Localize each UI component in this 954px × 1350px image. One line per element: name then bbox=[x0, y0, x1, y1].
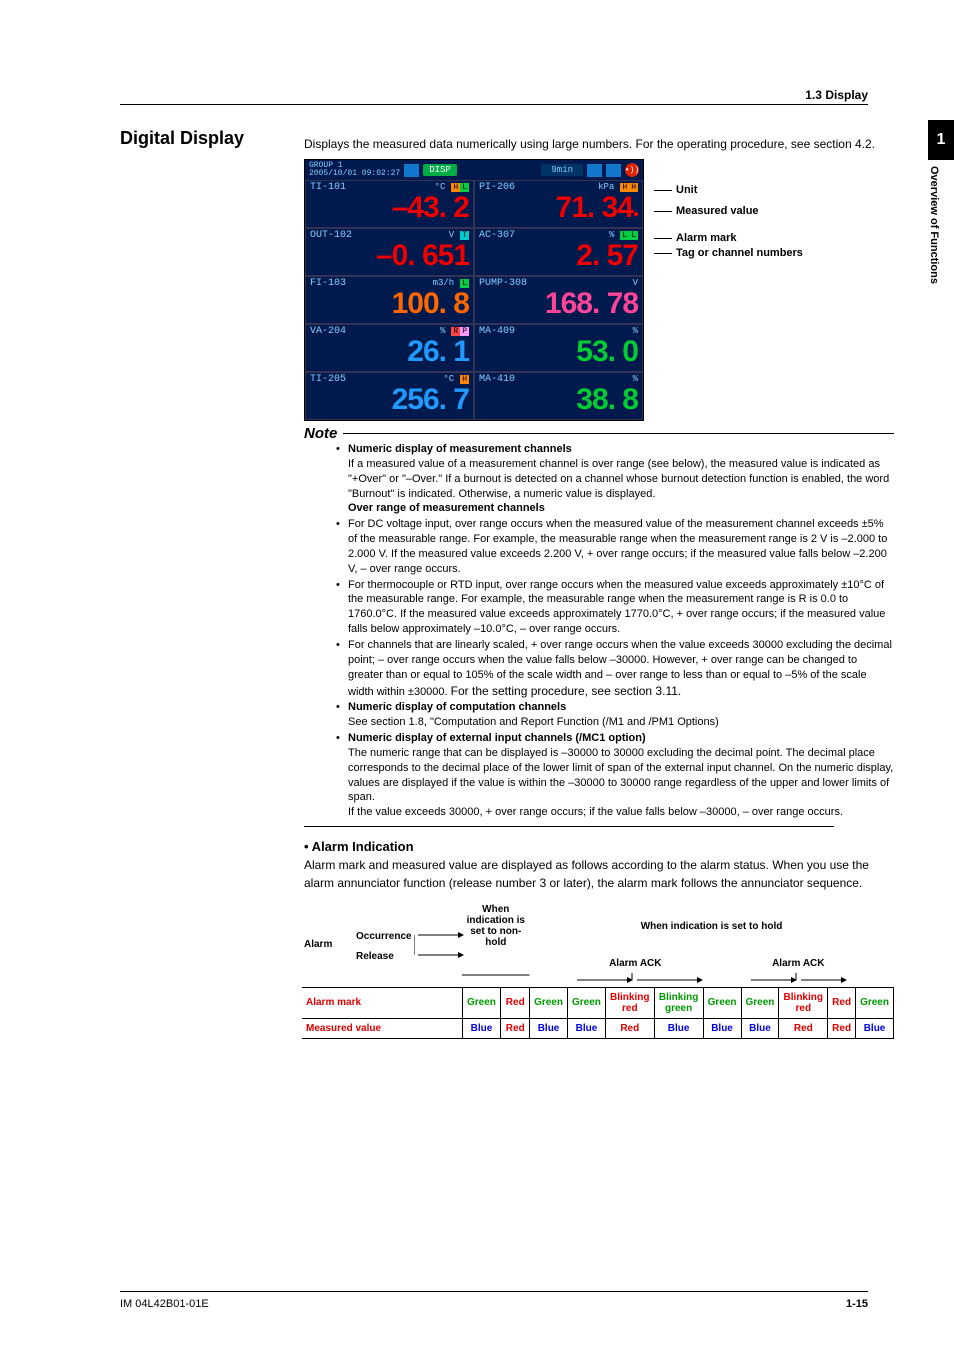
device-cell: FI-103m3/h L100. 8 bbox=[305, 276, 474, 324]
hdr-hold: When indication is set to hold bbox=[571, 921, 851, 934]
device-screen: GROUP 1 2005/10/01 09:02:27 DISP 9min •)… bbox=[304, 159, 644, 421]
header-section: 1.3 Display bbox=[805, 88, 868, 102]
arrow-icon bbox=[462, 973, 530, 987]
note-rule bbox=[343, 433, 894, 434]
chapter-side-label: Overview of Functions bbox=[928, 160, 940, 360]
device-cell: MA-409% 53. 0 bbox=[474, 324, 643, 372]
callout-alarm: Alarm mark bbox=[654, 233, 803, 244]
cell-value: 26. 1 bbox=[310, 337, 469, 367]
cell-tag: AC-307 bbox=[479, 230, 515, 241]
alarm-bell-icon: •)) bbox=[625, 163, 639, 177]
alarm-paragraph: Alarm mark and measured value are displa… bbox=[304, 856, 894, 892]
arrow-icon bbox=[567, 973, 703, 987]
note-item: Numeric display of external input channe… bbox=[336, 731, 894, 820]
card-icon bbox=[606, 164, 621, 177]
note-title: Note bbox=[304, 425, 337, 442]
alarm-table-wrap: When indication is set to non-hold When … bbox=[302, 900, 894, 1043]
cell-tag: PI-206 bbox=[479, 182, 515, 193]
timestamp-label: 2005/10/01 09:02:27 bbox=[309, 170, 400, 178]
rate-button[interactable]: 9min bbox=[541, 164, 583, 176]
device-cell: OUT-102V T–0. 651 bbox=[305, 228, 474, 276]
device-cell: TI-101°C HL–43. 2 bbox=[305, 180, 474, 228]
cell-tag: TI-205 bbox=[310, 374, 346, 385]
arrow-icon bbox=[741, 973, 856, 987]
device-cell: PUMP-308V 168. 78 bbox=[474, 276, 643, 324]
footer-rule bbox=[120, 1291, 868, 1292]
callout-measured: Measured value bbox=[654, 206, 803, 217]
note-item: For DC voltage input, over range occurs … bbox=[336, 517, 894, 576]
device-screenshot-area: GROUP 1 2005/10/01 09:02:27 DISP 9min •)… bbox=[304, 159, 894, 421]
cell-tag: MA-409 bbox=[479, 326, 515, 337]
record-icon bbox=[587, 164, 602, 177]
header-rule bbox=[120, 104, 868, 105]
cell-value: 38. 8 bbox=[479, 385, 638, 415]
note-item: Numeric display of measurement channelsI… bbox=[336, 442, 894, 516]
device-cell: VA-204% RP26. 1 bbox=[305, 324, 474, 372]
note-item: For thermocouple or RTD input, over rang… bbox=[336, 578, 894, 637]
intro-paragraph: Displays the measured data numerically u… bbox=[304, 135, 894, 153]
status-icon bbox=[404, 164, 419, 177]
alarm-indication-section: • Alarm Indication Alarm mark and measur… bbox=[304, 839, 894, 892]
note-body: Numeric display of measurement channelsI… bbox=[336, 442, 894, 820]
chapter-number-box: 1 bbox=[928, 120, 954, 160]
cell-value: –0. 651 bbox=[310, 241, 469, 271]
cell-tag: OUT-102 bbox=[310, 230, 352, 241]
footer-left: IM 04L42B01-01E bbox=[120, 1298, 209, 1310]
callouts: Unit Measured value Alarm mark Tag or ch… bbox=[654, 159, 803, 421]
note-item: For channels that are linearly scaled, +… bbox=[336, 638, 894, 699]
callout-tag: Tag or channel numbers bbox=[654, 248, 803, 259]
cell-value: –43. 2 bbox=[310, 193, 469, 223]
device-cell: TI-205°C H256. 7 bbox=[305, 372, 474, 420]
note-header: Note bbox=[304, 425, 894, 442]
device-top-bar: GROUP 1 2005/10/01 09:02:27 DISP 9min •)… bbox=[305, 160, 643, 180]
cell-value: 256. 7 bbox=[310, 385, 469, 415]
device-cell: AC-307% LL2. 57 bbox=[474, 228, 643, 276]
cell-value: 53. 0 bbox=[479, 337, 638, 367]
side-tab: 1 Overview of Functions bbox=[928, 120, 954, 360]
callout-unit: Unit bbox=[654, 185, 803, 196]
note-item: Numeric display of computation channelsS… bbox=[336, 700, 894, 730]
device-cell: MA-410% 38. 8 bbox=[474, 372, 643, 420]
cell-value: 168. 78 bbox=[479, 289, 638, 319]
cell-value: 2. 57 bbox=[479, 241, 638, 271]
disp-button[interactable]: DISP bbox=[423, 164, 457, 176]
cell-value: 71. 34● bbox=[479, 193, 638, 223]
cell-tag: TI-101 bbox=[310, 182, 346, 193]
footer-right: 1-15 bbox=[846, 1298, 868, 1310]
cell-tag: FI-103 bbox=[310, 278, 346, 289]
device-grid: TI-101°C HL–43. 2PI-206kPa HH71. 34●OUT-… bbox=[305, 180, 643, 420]
page: 1.3 Display 1 Overview of Functions Digi… bbox=[0, 0, 954, 1350]
hdr-nonhold: When indication is set to non-hold bbox=[466, 904, 526, 950]
cell-tag: PUMP-308 bbox=[479, 278, 527, 289]
cell-tag: VA-204 bbox=[310, 326, 346, 337]
alarm-heading: • Alarm Indication bbox=[304, 839, 894, 854]
cell-value: 100. 8 bbox=[310, 289, 469, 319]
note-end-rule bbox=[304, 826, 834, 827]
cell-tag: MA-410 bbox=[479, 374, 515, 385]
device-cell: PI-206kPa HH71. 34● bbox=[474, 180, 643, 228]
footer: IM 04L42B01-01E 1-15 bbox=[120, 1298, 868, 1310]
